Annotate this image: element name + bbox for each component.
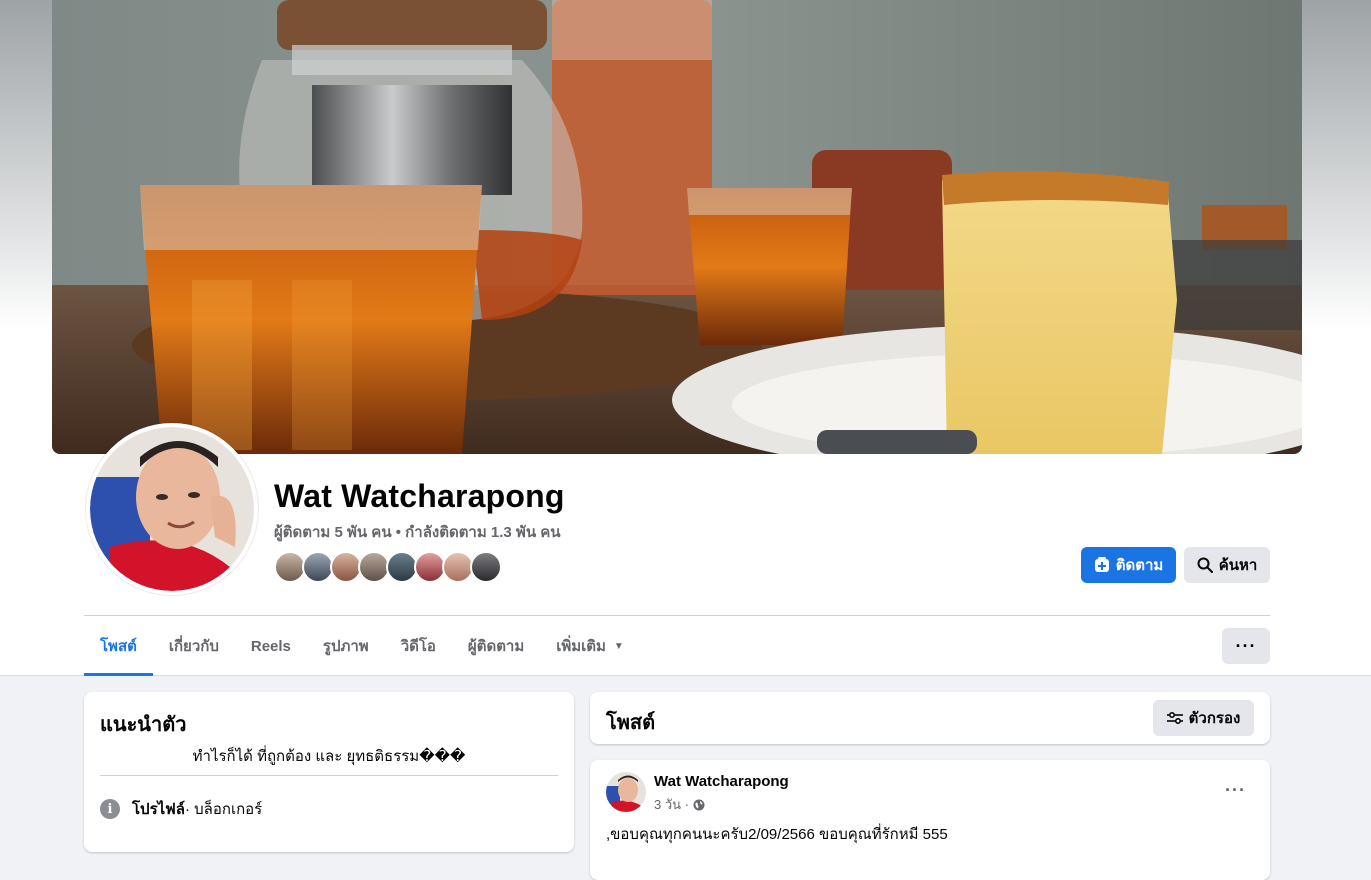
category-label: โปรไฟล์ (132, 801, 185, 818)
search-label: ค้นหา (1218, 557, 1258, 574)
follower-stats[interactable]: ผู้ติดตาม 5 พัน คน • กำลังติดตาม 1.3 พัน… (274, 520, 561, 544)
more-dots-icon: ··· (1235, 635, 1257, 656)
tab-label: ผู้ติดตาม (467, 638, 525, 655)
posts-title: โพสต์ (606, 712, 656, 734)
info-icon: i (100, 799, 120, 819)
intro-title: แนะนำตัว (100, 714, 187, 736)
profile-tabs: โพสต์ เกี่ยวกับ Reels รูปภาพ วิดีโอ ผู้ต… (84, 616, 640, 676)
tab-more[interactable]: เพิ่มเติม ▼ (540, 616, 640, 676)
follower-avatars[interactable] (274, 551, 502, 583)
tab-followers[interactable]: ผู้ติดตาม (452, 616, 540, 676)
post-author-name[interactable]: Wat Watcharapong (654, 773, 789, 790)
tab-videos[interactable]: วิดีโอ (385, 616, 452, 676)
tab-about[interactable]: เกี่ยวกับ (153, 616, 235, 676)
follower-avatar[interactable] (470, 551, 502, 583)
tab-label: เพิ่มเติม (556, 638, 606, 655)
chevron-down-icon: ▼ (613, 640, 624, 652)
category-value: · บล็อกเกอร์ (185, 801, 263, 818)
posts-header: โพสต์ ตัวกรอง (590, 692, 1270, 744)
more-options-button[interactable]: ··· (1222, 628, 1270, 664)
tab-label: รูปภาพ (322, 638, 369, 655)
globe-icon (693, 799, 705, 810)
intro-card: แนะนำตัว ทำไรก็ได้ ที่ถูกต้อง และ ยุทธติ… (84, 692, 574, 852)
tab-label: Reels (250, 637, 291, 655)
profile-name: Wat Watcharapong (274, 478, 565, 514)
tab-reels[interactable]: Reels (235, 616, 307, 676)
search-icon (1197, 557, 1213, 573)
follow-plus-icon (1094, 557, 1109, 572)
filter-label: ตัวกรอง (1188, 710, 1241, 727)
intro-category-row: i โปรไฟล์ · บล็อกเกอร์ (100, 797, 262, 821)
follow-button[interactable]: ติดตาม (1081, 547, 1176, 583)
tab-photos[interactable]: รูปภาพ (307, 616, 385, 676)
tab-label: วิดีโอ (400, 638, 436, 655)
tab-posts[interactable]: โพสต์ (84, 616, 153, 676)
post-card: Wat Watcharapong 3 วัน · ··· ,ขอบคุณทุกค… (590, 760, 1270, 880)
filter-button[interactable]: ตัวกรอง (1153, 700, 1254, 736)
tab-label: เกี่ยวกับ (168, 638, 219, 655)
filter-sliders-icon (1166, 711, 1183, 725)
post-author-avatar[interactable] (606, 772, 646, 812)
cover-photo[interactable] (52, 0, 1302, 454)
post-text: ,ขอบคุณทุกคนนะครับ2/09/2566 ขอบคุณที่รัก… (606, 826, 948, 843)
intro-bio: ทำไรก็ได้ ที่ถูกต้อง และ ยุทธติธรรม��� (192, 748, 466, 765)
more-dots-icon: ··· (1225, 780, 1246, 800)
post-meta: 3 วัน · (654, 794, 705, 815)
tab-label: โพสต์ (100, 638, 137, 655)
search-button[interactable]: ค้นหา (1184, 547, 1270, 583)
intro-divider (100, 775, 558, 776)
post-more-button[interactable]: ··· (1225, 780, 1246, 801)
post-time[interactable]: 3 วัน · (654, 794, 689, 815)
profile-avatar[interactable] (86, 423, 258, 595)
follow-label: ติดตาม (1115, 557, 1164, 574)
